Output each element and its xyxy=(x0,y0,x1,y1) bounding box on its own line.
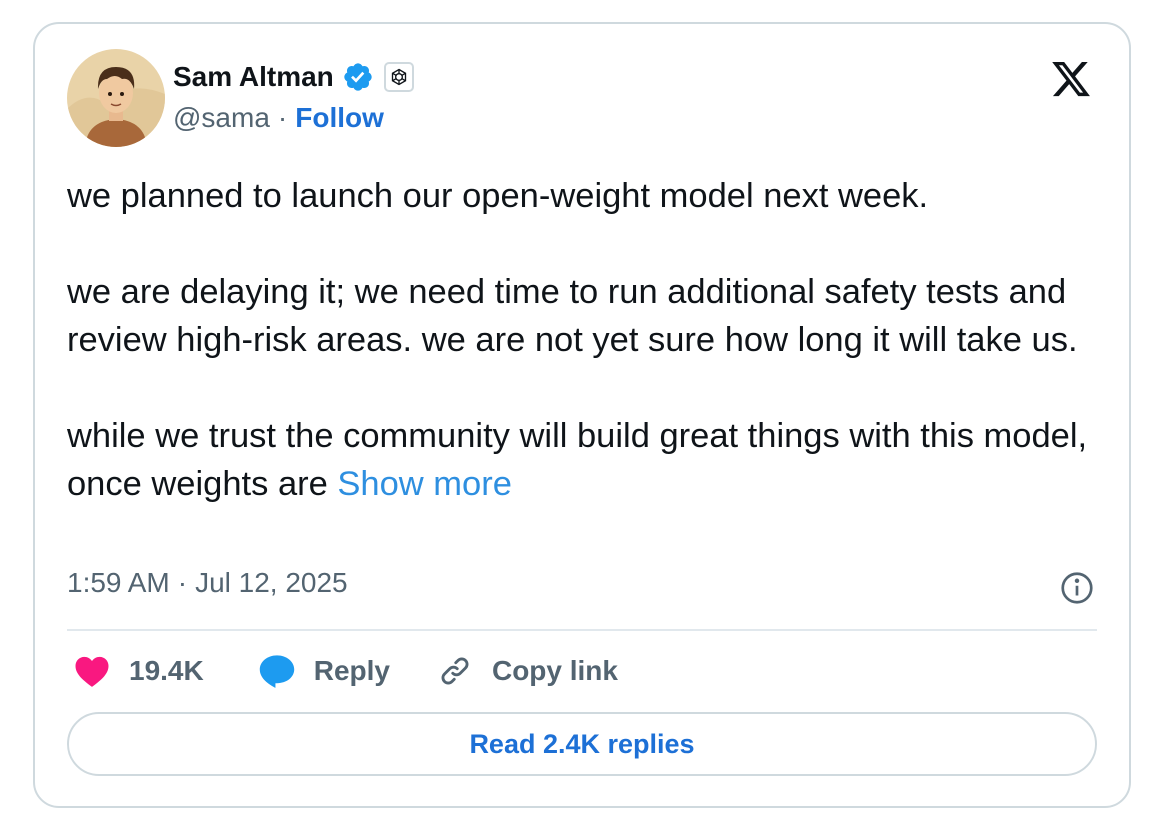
verified-badge-icon xyxy=(342,61,374,93)
tweet-date: Jul 12, 2025 xyxy=(195,567,348,598)
author-handle[interactable]: @sama xyxy=(173,102,270,134)
x-logo-icon[interactable] xyxy=(1049,58,1093,100)
copy-link-label: Copy link xyxy=(491,655,618,686)
read-replies-button[interactable]: Read 2.4K replies xyxy=(67,712,1097,776)
embedded-tweet-card: Sam Altman @sama · Follow we planned to … xyxy=(33,22,1131,808)
tweet-paragraph: we planned to launch our open-weight mod… xyxy=(67,177,929,215)
divider xyxy=(67,629,1097,631)
handle-separator: · xyxy=(277,102,288,133)
follow-button[interactable]: Follow xyxy=(295,102,384,134)
info-icon[interactable] xyxy=(1059,570,1095,606)
reply-button[interactable]: Reply xyxy=(258,652,390,690)
author-avatar[interactable] xyxy=(67,49,165,147)
reply-bubble-icon xyxy=(258,652,296,690)
tweet-time: 1:59 AM xyxy=(67,567,170,598)
author-name[interactable]: Sam Altman xyxy=(173,61,334,93)
tweet-actions: 19.4K Reply Copy link xyxy=(73,649,618,693)
tweet-paragraph: we are delaying it; we need time to run … xyxy=(67,273,1078,359)
show-more-link[interactable]: Show more xyxy=(337,465,512,503)
reply-label: Reply xyxy=(313,655,390,686)
timestamp-separator: · xyxy=(177,567,188,598)
tweet-paragraph: while we trust the community will build … xyxy=(67,412,1097,508)
openai-affiliate-icon[interactable] xyxy=(383,62,414,92)
like-button[interactable]: 19.4K xyxy=(73,652,204,690)
like-count: 19.4K xyxy=(129,655,204,686)
tweet-paragraph-text: while we trust the community will build … xyxy=(67,417,1088,503)
copy-link-button[interactable]: Copy link xyxy=(436,652,618,690)
link-icon xyxy=(436,652,474,690)
tweet-text: we planned to launch our open-weight mod… xyxy=(67,172,1097,508)
heart-icon xyxy=(73,652,111,690)
tweet-timestamp[interactable]: 1:59 AM · Jul 12, 2025 xyxy=(67,567,348,599)
